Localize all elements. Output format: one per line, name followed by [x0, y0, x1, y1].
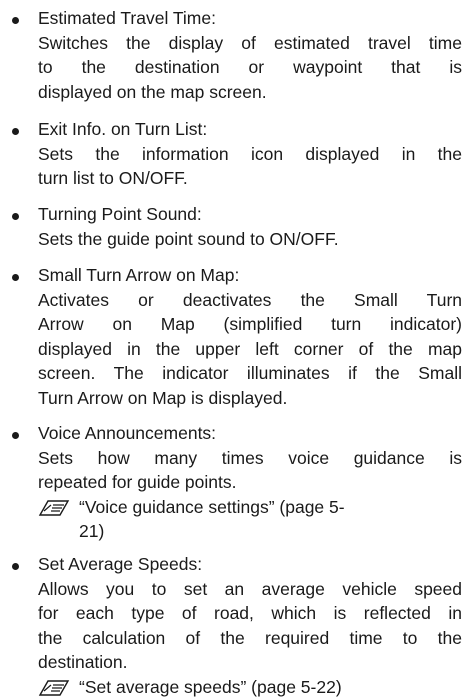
- item-desc-line: for each type of road, which is reflecte…: [38, 601, 462, 626]
- item-desc-line: Sets the guide point sound to ON/OFF.: [38, 227, 462, 252]
- cross-reference-text: “Voice guidance settings” (page 5-: [79, 497, 345, 517]
- item-desc-line: the calculation of the required time to …: [38, 626, 462, 651]
- item-desc-line: Sets how many times voice guidance is: [38, 446, 462, 471]
- item-desc-line: Turn Arrow on Map is displayed.: [38, 386, 462, 411]
- item-desc-line: Activates or deactivates the Small Turn: [38, 288, 462, 313]
- item-desc-line: to the destination or waypoint that is: [38, 55, 462, 80]
- item-desc-line: repeated for guide points.: [38, 470, 462, 495]
- bullet-icon: [12, 128, 19, 135]
- manual-reference-icon: [38, 678, 72, 698]
- item-desc-line: Arrow on Map (simplified turn indicator): [38, 312, 462, 337]
- bullet-icon: [12, 213, 19, 220]
- item-desc-line: screen. The indicator illuminates if the…: [38, 361, 462, 386]
- bullet-icon: [12, 563, 19, 570]
- item-title: Turning Point Sound:: [38, 202, 462, 227]
- item-title: Voice Announcements:: [38, 421, 462, 446]
- cross-reference-link[interactable]: “Voice guidance settings” (page 5-: [38, 495, 462, 520]
- item-desc-line: displayed in the upper left corner of th…: [38, 337, 462, 362]
- manual-reference-icon: [38, 498, 72, 518]
- item-desc-line: displayed on the map screen.: [38, 80, 462, 105]
- bullet-icon: [12, 17, 19, 24]
- item-title: Small Turn Arrow on Map:: [38, 263, 462, 288]
- item-desc-line: destination.: [38, 650, 462, 675]
- item-title: Estimated Travel Time:: [38, 6, 462, 31]
- bullet-icon: [12, 432, 19, 439]
- item-title: Exit Info. on Turn List:: [38, 117, 462, 142]
- item-desc-line: Sets the information icon displayed in t…: [38, 142, 462, 167]
- item-desc-line: Switches the display of estimated travel…: [38, 31, 462, 56]
- item-desc-line: Allows you to set an average vehicle spe…: [38, 577, 462, 602]
- item-desc-line: turn list to ON/OFF.: [38, 166, 462, 191]
- manual-page: Estimated Travel Time: Switches the disp…: [0, 0, 466, 687]
- cross-reference-text-continued: 21): [38, 519, 462, 544]
- item-title: Set Average Speeds:: [38, 552, 462, 577]
- bullet-icon: [12, 274, 19, 281]
